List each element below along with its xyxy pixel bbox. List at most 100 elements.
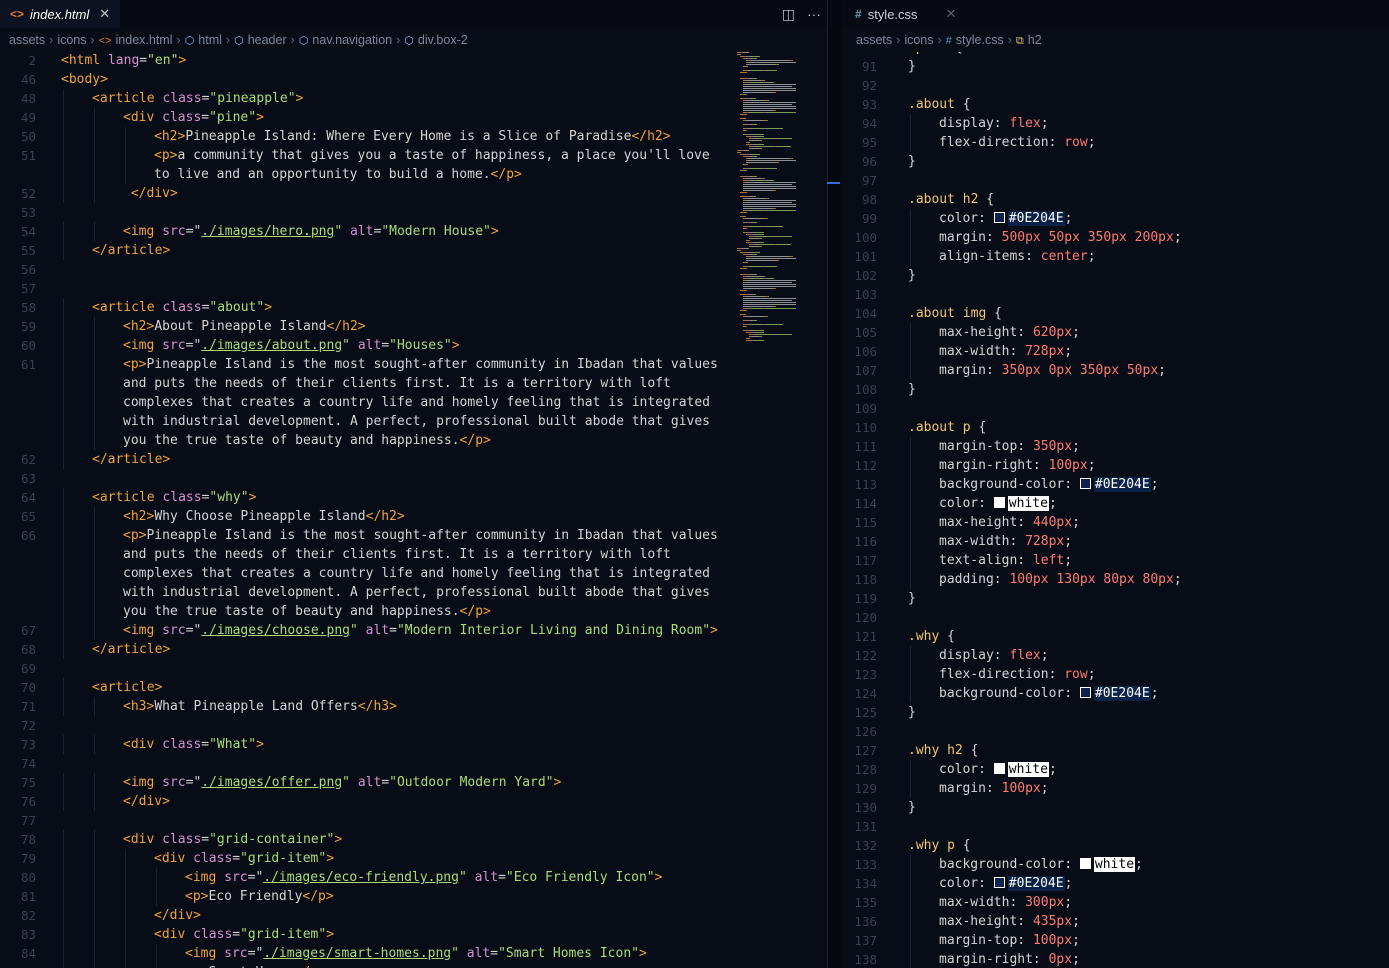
code-line[interactable]: 2 <html lang="en"> bbox=[0, 52, 827, 70]
code-line[interactable]: 138 margin-right: 0px; bbox=[841, 950, 1389, 968]
code-line[interactable]: 65 <h2>Why Choose Pineapple Island</h2> bbox=[0, 507, 827, 526]
code-line[interactable]: you the true taste of beauty and happine… bbox=[0, 602, 827, 621]
code-line[interactable]: 66 <p>Pineapple Island is the most sought… bbox=[0, 526, 827, 545]
breadcrumb-item[interactable]: assets bbox=[9, 33, 45, 47]
code-line[interactable]: 136 max-height: 435px; bbox=[841, 912, 1389, 931]
code-line[interactable]: 96} bbox=[841, 152, 1389, 171]
more-actions-icon[interactable]: ··· bbox=[807, 6, 821, 22]
code-line[interactable]: 114 color: white; bbox=[841, 494, 1389, 513]
code-line[interactable]: 52 </div> bbox=[0, 184, 827, 203]
color-swatch[interactable] bbox=[993, 497, 1005, 508]
code-line[interactable]: 95 flex-direction: row; bbox=[841, 133, 1389, 152]
code-line[interactable]: 48 <article class="pineapple"> bbox=[0, 89, 827, 108]
code-line[interactable]: 50 <h2>Pineapple Island: Where Every Home… bbox=[0, 127, 827, 146]
code-line[interactable]: 130} bbox=[841, 798, 1389, 817]
code-line[interactable]: 132 .why p { bbox=[841, 836, 1389, 855]
code-line[interactable]: 99 color: #0E204E; bbox=[841, 209, 1389, 228]
scrollbar-thumb[interactable] bbox=[827, 182, 840, 184]
color-swatch[interactable] bbox=[1079, 687, 1091, 698]
code-line[interactable]: 58 <article class="about"> bbox=[0, 298, 827, 317]
split-editor-icon[interactable]: ◫ bbox=[782, 6, 795, 23]
code-line[interactable]: 109 bbox=[841, 399, 1389, 418]
code-line[interactable]: 63 bbox=[0, 469, 827, 488]
code-line[interactable]: 85 <p>Smart Homes</p> bbox=[0, 963, 827, 968]
code-line[interactable]: 77 bbox=[0, 811, 827, 830]
code-line[interactable]: 83 <div class="grid-item"> bbox=[0, 925, 827, 944]
close-icon[interactable]: ✕ bbox=[99, 6, 110, 22]
code-line[interactable]: 107 margin: 350px 0px 350px 50px; bbox=[841, 361, 1389, 380]
code-line[interactable]: 126 bbox=[841, 722, 1389, 741]
code-line[interactable]: 62 </article> bbox=[0, 450, 827, 469]
code-line[interactable]: 104 .about img { bbox=[841, 304, 1389, 323]
code-line[interactable]: 57 bbox=[0, 279, 827, 298]
code-line[interactable]: 92 bbox=[841, 76, 1389, 95]
code-line[interactable]: with industrial development. A perfect, … bbox=[0, 583, 827, 602]
code-line[interactable]: 82 </div> bbox=[0, 906, 827, 925]
code-line[interactable]: 60 <img src="./images/about.png" alt="Hou… bbox=[0, 336, 827, 355]
color-swatch[interactable] bbox=[993, 212, 1005, 223]
code-line[interactable]: 98 .about h2 { bbox=[841, 190, 1389, 209]
code-line[interactable]: 93 .about { bbox=[841, 95, 1389, 114]
code-line[interactable]: 69 bbox=[0, 659, 827, 678]
code-line[interactable]: 118 padding: 100px 130px 80px 80px; bbox=[841, 570, 1389, 589]
code-line[interactable]: 127 .why h2 { bbox=[841, 741, 1389, 760]
color-swatch[interactable] bbox=[993, 763, 1005, 774]
code-line[interactable]: 133 background-color: white; bbox=[841, 855, 1389, 874]
breadcrumb-item[interactable]: ⬡ div.box-2 bbox=[404, 33, 467, 47]
tab-index-html[interactable]: <> index.html ✕ bbox=[0, 0, 121, 28]
breadcrumb-item[interactable]: assets bbox=[856, 33, 892, 47]
code-line[interactable]: 78 <div class="grid-container"> bbox=[0, 830, 827, 849]
code-line[interactable]: complexes that creates a country life an… bbox=[0, 564, 827, 583]
code-line[interactable]: 59 <h2>About Pineapple Island</h2> bbox=[0, 317, 827, 336]
code-line[interactable]: 101 align-items: center; bbox=[841, 247, 1389, 266]
code-line[interactable]: 68 </article> bbox=[0, 640, 827, 659]
breadcrumb-item[interactable]: icons bbox=[57, 33, 86, 47]
code-line[interactable]: 54 <img src="./images/hero.png" alt="Mode… bbox=[0, 222, 827, 241]
code-line[interactable]: 110 .about p { bbox=[841, 418, 1389, 437]
code-line[interactable]: 51 <p>a community that gives you a taste … bbox=[0, 146, 827, 165]
breadcrumb-item[interactable]: <> index.html bbox=[99, 33, 173, 47]
code-line[interactable]: 76 </div> bbox=[0, 792, 827, 811]
code-line[interactable]: 129 margin: 100px; bbox=[841, 779, 1389, 798]
code-area[interactable]: 2 <html lang="en"> 46 <body> 48 <article clas… bbox=[0, 52, 827, 968]
breadcrumb-item[interactable]: ⬡ html bbox=[185, 33, 222, 47]
code-line[interactable]: 113 background-color: #0E204E; bbox=[841, 475, 1389, 494]
code-line[interactable]: 81 <p>Eco Friendly</p> bbox=[0, 887, 827, 906]
code-line[interactable]: and puts the needs of their clients firs… bbox=[0, 374, 827, 393]
code-line[interactable]: 72 bbox=[0, 716, 827, 735]
code-line[interactable]: 100 margin: 500px 50px 350px 200px; bbox=[841, 228, 1389, 247]
code-line[interactable]: 112 margin-right: 100px; bbox=[841, 456, 1389, 475]
code-line[interactable]: 75 <img src="./images/offer.png" alt="Out… bbox=[0, 773, 827, 792]
code-line[interactable]: 121 .why { bbox=[841, 627, 1389, 646]
code-line[interactable]: 105 max-height: 620px; bbox=[841, 323, 1389, 342]
code-line[interactable]: 131 bbox=[841, 817, 1389, 836]
code-line[interactable]: 120 bbox=[841, 608, 1389, 627]
code-line[interactable]: 46 <body> bbox=[0, 70, 827, 89]
code-line[interactable]: 135 max-width: 300px; bbox=[841, 893, 1389, 912]
code-line[interactable]: 119} bbox=[841, 589, 1389, 608]
code-line[interactable]: 74 bbox=[0, 754, 827, 773]
color-swatch[interactable] bbox=[1079, 478, 1091, 489]
code-line[interactable]: 70 <article> bbox=[0, 678, 827, 697]
code-line[interactable]: to live and an opportunity to build a ho… bbox=[0, 165, 827, 184]
code-line[interactable]: 97 bbox=[841, 171, 1389, 190]
code-line[interactable]: complexes that creates a country life an… bbox=[0, 393, 827, 412]
code-line[interactable]: 117 text-align: left; bbox=[841, 551, 1389, 570]
scrollbar[interactable] bbox=[827, 0, 842, 968]
code-line[interactable]: 71 <h3>What Pineapple Land Offers</h3> bbox=[0, 697, 827, 716]
color-swatch[interactable] bbox=[993, 877, 1005, 888]
minimap[interactable] bbox=[737, 52, 823, 342]
code-line[interactable]: 94 display: flex; bbox=[841, 114, 1389, 133]
breadcrumb-item[interactable]: ⧉ h2 bbox=[1016, 33, 1042, 48]
code-line[interactable]: 53 bbox=[0, 203, 827, 222]
breadcrumb-item[interactable]: ⬡ nav.navigation bbox=[299, 33, 392, 47]
code-line[interactable]: 111 margin-top: 350px; bbox=[841, 437, 1389, 456]
code-line[interactable]: 56 bbox=[0, 260, 827, 279]
code-line[interactable]: 116 max-width: 728px; bbox=[841, 532, 1389, 551]
breadcrumb-item[interactable]: icons bbox=[904, 33, 933, 47]
code-line[interactable]: with industrial development. A perfect, … bbox=[0, 412, 827, 431]
code-line[interactable]: 103 bbox=[841, 285, 1389, 304]
close-icon[interactable]: ✕ bbox=[946, 6, 957, 22]
code-line[interactable]: 108} bbox=[841, 380, 1389, 399]
code-line[interactable]: 61 <p>Pineapple Island is the most sought… bbox=[0, 355, 827, 374]
